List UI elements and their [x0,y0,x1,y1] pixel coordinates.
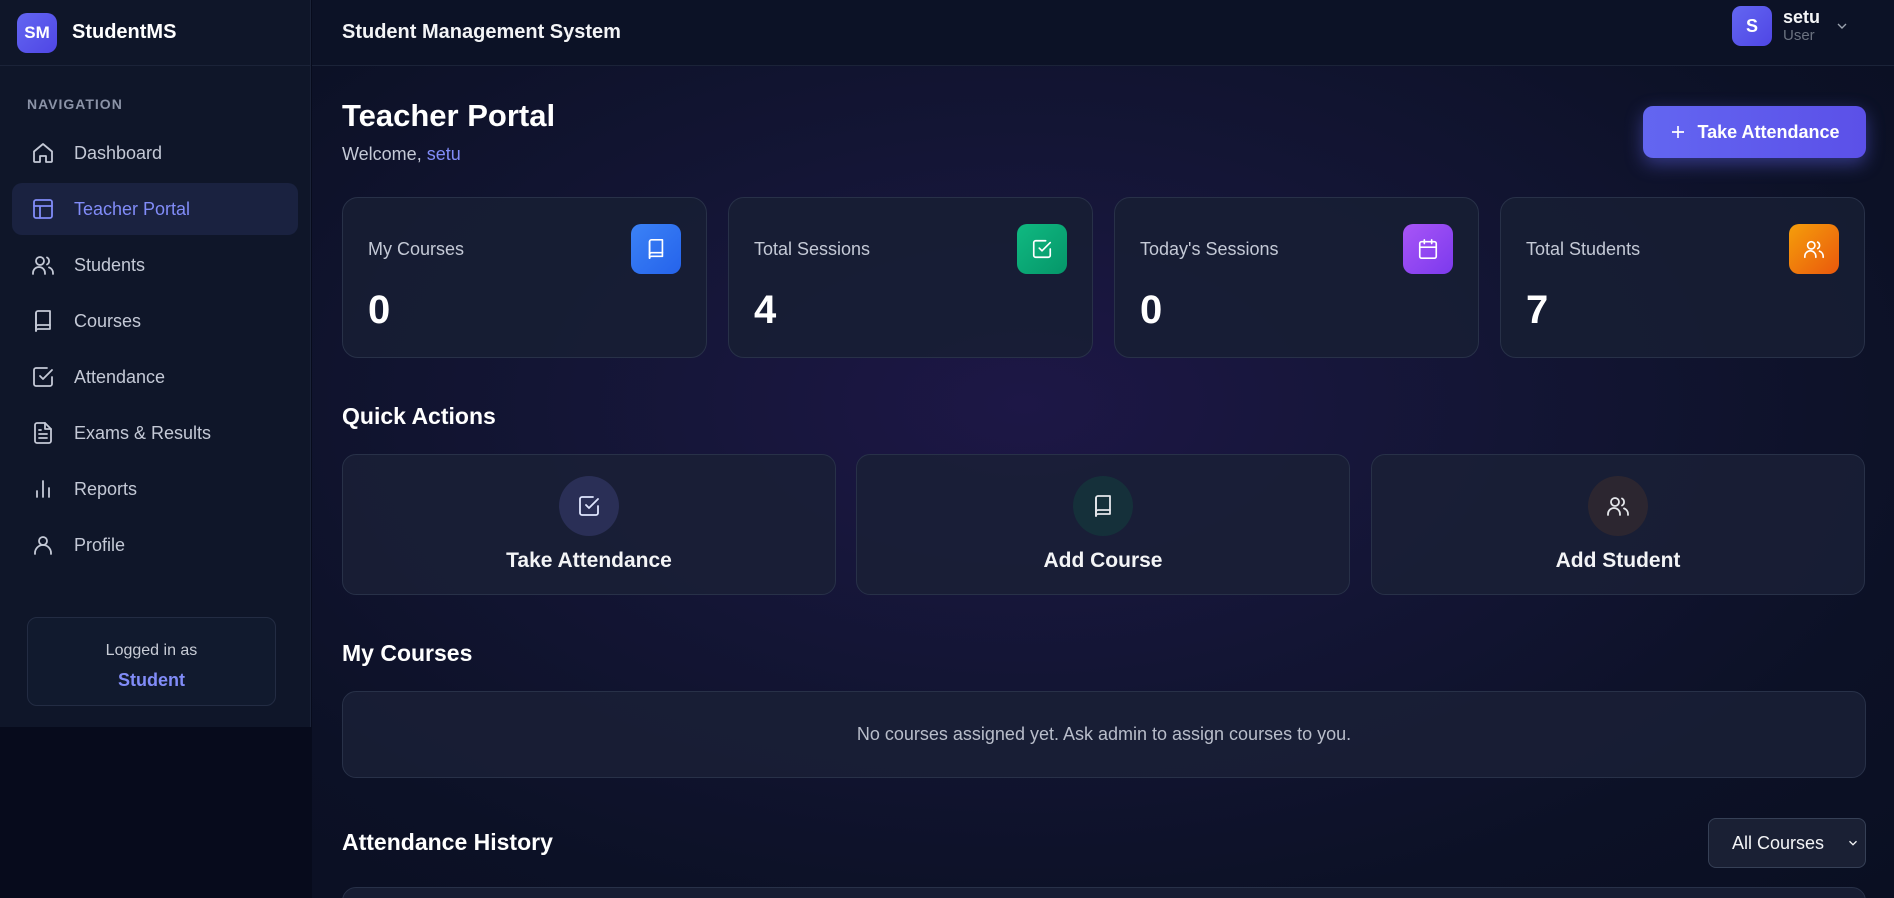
take-attendance-button[interactable]: Take Attendance [1643,106,1866,158]
logged-in-role: Student [118,670,185,690]
brand-logo: SM [17,12,57,53]
sidebar-item-label: Teacher Portal [74,198,191,219]
sidebar-item-label: Reports [74,478,138,499]
main-content: Student Management System S setu User Te… [312,0,1894,898]
users-icon [1607,497,1629,516]
attendance-history-table [342,887,1866,898]
book-icon [648,239,664,259]
stat-label: Today's Sessions [1140,239,1279,259]
check-square-icon [579,496,599,516]
sidebar-item-teacher-portal[interactable]: Teacher Portal [12,183,298,235]
avatar: S [1731,6,1772,46]
quick-action-icon-badge [1073,476,1133,536]
stat-value: 0 [1140,288,1163,332]
page-title: Teacher Portal [342,98,556,133]
quick-action-label: Take Attendance [506,549,672,572]
user-info: setu User [1782,6,1820,44]
my-courses-empty-state: No courses assigned yet. Ask admin to as… [342,691,1866,778]
attendance-history-title: Attendance History [342,829,553,855]
brand[interactable]: SM StudentMS [0,0,310,66]
stat-label: Total Students [1526,239,1641,259]
sidebar-item-dashboard[interactable]: Dashboard [12,127,298,179]
user-name: setu [1782,6,1820,27]
quick-action-icon-badge [1588,476,1648,536]
stat-label: Total Sessions [754,239,871,259]
sidebar-item-label: Dashboard [74,142,163,163]
sidebar-item-label: Courses [74,310,142,331]
chevron-down-icon [1837,23,1847,29]
app-title: Student Management System [342,21,621,43]
stat-icon-badge [1789,224,1839,274]
quick-action-add-student[interactable]: Add Student [1371,454,1865,595]
sidebar-item-label: Students [74,254,146,275]
stat-value: 7 [1526,288,1549,332]
sidebar-item-attendance[interactable]: Attendance [12,351,298,403]
book-icon [1095,495,1111,517]
stat-card-todays-sessions: Today's Sessions 0 [1114,197,1479,358]
sidebar-item-students[interactable]: Students [12,239,298,291]
check-square-icon [1032,239,1052,259]
stat-icon-badge [1403,224,1453,274]
user-role: User [1782,26,1815,44]
sidebar-nav: Dashboard Teacher Portal Students Course… [0,127,310,571]
take-attendance-button-label: Take Attendance [1697,121,1840,142]
sidebar-item-label: Exams & Results [74,422,212,443]
course-filter-value: All Courses [1732,832,1825,853]
plus-icon [1672,126,1685,138]
sidebar: SM StudentMS NAVIGATION Dashboard Teache… [0,0,311,727]
topbar: Student Management System S setu User [312,0,1894,66]
welcome-prefix: Welcome, [342,144,427,164]
sidebar-item-profile[interactable]: Profile [12,519,298,571]
check-square-icon [33,367,53,387]
quick-actions-title: Quick Actions [342,403,496,429]
quick-action-add-course[interactable]: Add Course [856,454,1350,595]
users-icon [32,256,54,275]
users-icon [1804,240,1824,259]
stat-value: 0 [368,288,391,332]
stat-icon-badge [1017,224,1067,274]
calendar-icon [1418,239,1438,259]
brand-name: StudentMS [72,21,177,43]
book-icon [35,310,51,332]
stat-icon-badge [631,224,681,274]
quick-action-label: Add Student [1555,549,1681,572]
stat-value: 4 [754,288,777,332]
sidebar-item-reports[interactable]: Reports [12,463,298,515]
bar-chart-icon [36,480,50,498]
sidebar-item-label: Profile [74,534,126,555]
course-filter-select[interactable]: All Courses [1708,818,1866,868]
chevron-down-icon [1849,840,1857,846]
user-icon [34,536,52,555]
stat-card-total-sessions: Total Sessions 4 [728,197,1093,358]
stat-card-my-courses: My Courses 0 [342,197,707,358]
sidebar-item-courses[interactable]: Courses [12,295,298,347]
quick-action-label: Add Course [1043,549,1163,572]
stat-card-total-students: Total Students 7 [1500,197,1865,358]
my-courses-title: My Courses [342,640,473,666]
logged-in-box: Logged in as Student [27,617,276,706]
home-icon [33,143,53,163]
quick-action-icon-badge [559,476,619,536]
user-menu[interactable]: S setu User [1731,6,1850,46]
nav-heading: NAVIGATION [27,96,123,112]
empty-state-text: No courses assigned yet. Ask admin to as… [856,724,1352,744]
welcome-text: Welcome, setu [342,144,461,165]
sidebar-item-label: Attendance [74,366,166,387]
quick-action-take-attendance[interactable]: Take Attendance [342,454,836,595]
sidebar-item-exams-results[interactable]: Exams & Results [12,407,298,459]
file-text-icon [34,422,52,444]
layout-icon [33,199,53,219]
welcome-name: setu [426,144,461,164]
logged-in-caption: Logged in as [105,642,198,659]
stat-label: My Courses [368,239,465,259]
